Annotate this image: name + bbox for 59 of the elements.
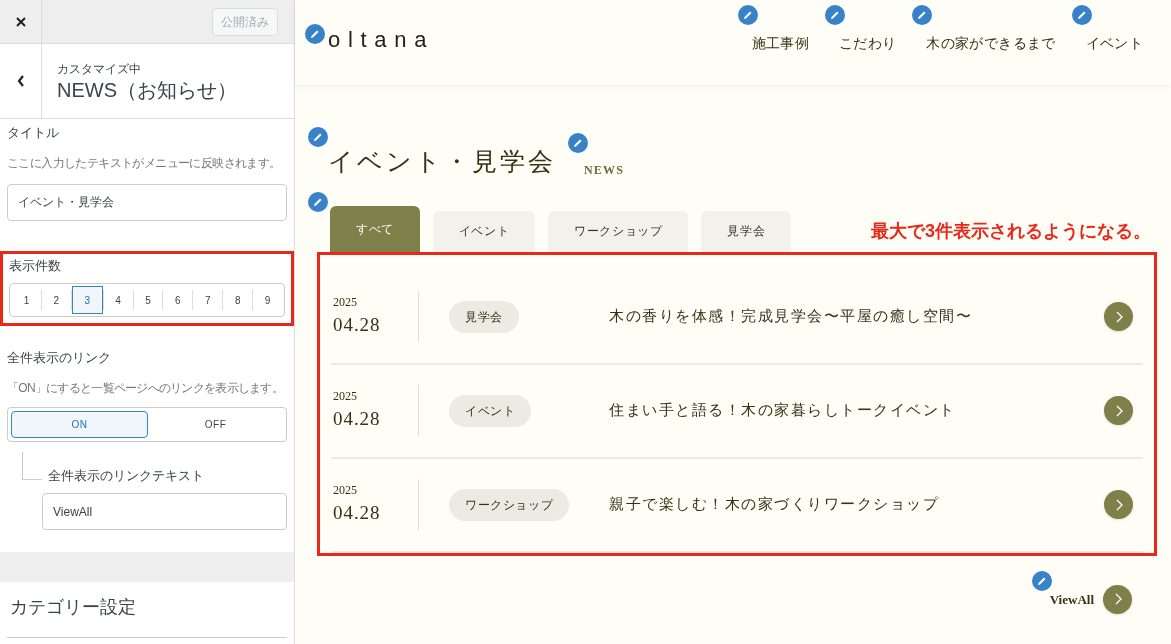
- count-option[interactable]: 2: [41, 286, 71, 314]
- category-tag: 見学会: [449, 300, 519, 333]
- news-year: 2025: [333, 388, 358, 406]
- count-option[interactable]: 9: [253, 286, 282, 314]
- panel-title: NEWS（お知らせ）: [57, 77, 237, 103]
- count-option[interactable]: 4: [103, 286, 133, 314]
- section-heading[interactable]: カテゴリー設定: [0, 582, 294, 621]
- news-date: 04.28: [333, 501, 382, 526]
- news-date: 04.28: [333, 313, 382, 338]
- setting-description: ここに入力したテキストがメニューに反映されます。: [7, 154, 282, 172]
- annotation-text: 最大で3件表示されるようになる。: [871, 219, 1151, 243]
- edit-pencil-icon[interactable]: [568, 132, 588, 153]
- site-logo[interactable]: oltana: [328, 23, 435, 56]
- news-title[interactable]: 木の香りを体感！完成見学会〜平屋の癒し空間〜: [609, 305, 972, 328]
- category-tag: イベント: [449, 394, 532, 427]
- category-tab[interactable]: ワークショップ: [548, 210, 689, 252]
- edit-pencil-icon[interactable]: [825, 4, 846, 25]
- edit-pencil-icon[interactable]: [912, 4, 933, 25]
- count-option[interactable]: 5: [133, 286, 163, 314]
- nav-link[interactable]: 施工事例: [751, 35, 810, 51]
- section-subtitle: NEWS: [584, 162, 625, 177]
- back-icon: [15, 74, 26, 88]
- nav-link[interactable]: こだわり: [839, 35, 897, 51]
- toggle-option[interactable]: OFF: [148, 410, 283, 438]
- category-tab[interactable]: 見学会: [701, 210, 792, 252]
- panel-subtitle: カスタマイズ中: [57, 60, 142, 78]
- category-tab[interactable]: イベント: [432, 210, 536, 252]
- count-option[interactable]: 6: [163, 286, 193, 314]
- edit-pencil-icon[interactable]: [1031, 571, 1052, 591]
- category-tag: ワークショップ: [449, 488, 570, 521]
- edit-pencil-icon[interactable]: [308, 127, 328, 147]
- nav-link[interactable]: イベント: [1085, 35, 1143, 51]
- section-title: イベント・見学会: [328, 147, 556, 177]
- setting-description: 「ON」にすると一覧ページへのリンクを表示します。: [7, 379, 284, 397]
- count-option[interactable]: 3: [71, 286, 103, 314]
- news-year: 2025: [333, 294, 358, 312]
- tree-connector: [22, 451, 42, 480]
- count-option[interactable]: 1: [12, 286, 41, 314]
- setting-label: 表示件数: [9, 256, 62, 275]
- title-input[interactable]: イベント・見学会: [7, 183, 287, 221]
- close-icon: [14, 15, 27, 28]
- view-all-link[interactable]: ViewAll: [1049, 592, 1094, 607]
- edit-pencil-icon[interactable]: [737, 4, 758, 25]
- news-title[interactable]: 親子で楽しむ！木の家づくりワークショップ: [609, 493, 939, 516]
- link-text-input[interactable]: ViewAll: [42, 493, 287, 530]
- edit-pencil-icon[interactable]: [308, 191, 328, 212]
- edit-pencil-icon[interactable]: [305, 24, 325, 44]
- toggle-option[interactable]: ON: [11, 410, 148, 438]
- edit-pencil-icon[interactable]: [1071, 4, 1092, 25]
- setting-label: タイトル: [7, 124, 60, 142]
- news-date: 04.28: [333, 407, 382, 432]
- news-year: 2025: [333, 482, 358, 500]
- count-option[interactable]: 7: [193, 286, 223, 314]
- news-title[interactable]: 住まい手と語る！木の家暮らしトークイベント: [609, 399, 956, 422]
- nav-link[interactable]: 木の家ができるまで: [926, 35, 1056, 51]
- setting-label: 全件表示のリンク: [7, 349, 112, 367]
- setting-label: 全件表示のリンクテキスト: [48, 466, 204, 485]
- count-option[interactable]: 8: [223, 286, 253, 314]
- category-tab[interactable]: すべて: [330, 205, 420, 252]
